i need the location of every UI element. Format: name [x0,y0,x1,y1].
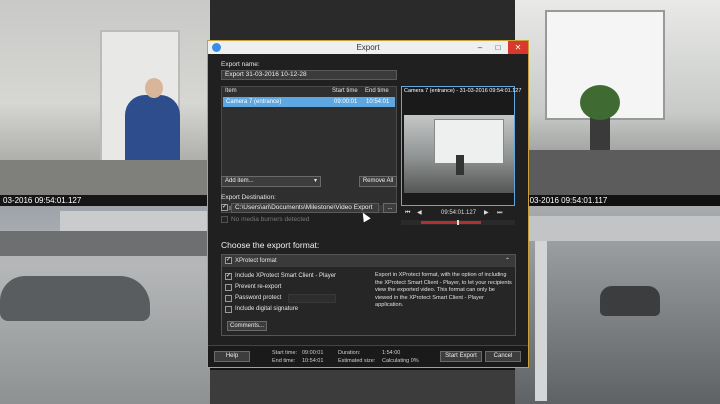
start-export-button[interactable]: Start Export [440,351,482,362]
parked-cars [0,231,210,256]
playback-controls: ⏮ ◀ 09:54:01.127 ▶ ⏭ [401,207,515,219]
media-burner-label: No media burners detected [231,216,310,223]
camera-feed-top-center[interactable] [210,0,515,40]
parking-ceiling [515,216,720,241]
format-checkbox[interactable]: ✓ [225,257,232,264]
car [0,276,150,321]
format-header[interactable]: ✓ XProtect format ⌃ [222,255,515,267]
chevron-down-icon: ▾ [313,178,317,184]
format-description: Export in XProtect format, with the opti… [375,272,512,308]
preview-time: 09:54:01.127 [441,210,477,216]
row-start-time: 09:00:01 [334,99,358,105]
chevron-up-icon[interactable]: ⌃ [505,257,510,264]
password-settings-field [288,294,336,303]
step-back-icon[interactable]: ◀ [417,207,422,219]
estimated-size-label: Estimated size: [338,358,376,364]
destination-path-input[interactable]: C:\Users\ari\Documents\Milestone\Video E… [231,203,379,213]
timeline-bar[interactable] [401,220,515,225]
table-header: Item Start time End time [222,87,396,96]
start-time-value: 09:00:01 [302,350,324,356]
pillar [535,241,547,401]
browse-button[interactable]: ... [383,203,397,213]
timestamp-overlay: 03-2016 09:54:01.127 [0,195,210,206]
choose-format-label: Choose the export format: [221,240,320,250]
destination-checkbox[interactable]: ✓ [221,204,228,211]
remove-all-button[interactable]: Remove All [359,176,397,187]
option-label-password: Password protect [235,295,282,301]
camera-feed-top-left[interactable]: 03-2016 09:54:01.127 [0,0,210,206]
destination-label: Export Destination: [221,194,276,201]
format-name: XProtect format [235,258,277,264]
preview-title: Camera 7 (entrance) - 31-03-2016 09:54:0… [404,88,522,94]
planter [456,155,464,175]
maximize-icon[interactable]: □ [490,41,506,54]
app-icon [212,43,221,52]
end-time-label: End time: [272,358,296,364]
floor [515,150,720,195]
media-burner-checkbox [221,216,228,223]
export-name-input[interactable]: Export 31-03-2016 10-12-28 [221,70,397,80]
video-preview[interactable]: Camera 7 (entrance) - 31-03-2016 09:54:0… [401,86,521,206]
camera-feed-bottom-right[interactable] [515,206,720,404]
option-checkbox-player[interactable]: ✓ [225,273,232,280]
plant [580,85,620,120]
export-range [421,221,481,224]
dialog-titlebar[interactable]: Export – □ ✕ [208,41,528,54]
column-header-start[interactable]: Start time [332,87,358,96]
column-header-item[interactable]: Item [225,87,237,96]
skip-end-icon[interactable]: ⏭ [497,207,502,219]
skip-start-icon[interactable]: ⏮ [405,207,410,219]
duration-label: Duration: [338,350,361,356]
table-row[interactable]: Camera 7 (entrance) 09:00:01 10:54:01 [223,97,395,107]
play-icon[interactable]: ▶ [484,207,489,219]
car [600,286,660,316]
row-item: Camera 7 (entrance) [226,99,282,105]
cancel-button[interactable]: Cancel [485,351,521,362]
window-wall [434,119,504,164]
add-item-dropdown[interactable]: Add item... ▾ [221,176,321,187]
help-button[interactable]: Help [214,351,250,362]
preview-image [404,115,514,193]
camera-feed-bottom-center[interactable] [210,370,515,404]
camera-feed-top-right[interactable]: 31-03-2016 09:54:01.117 [515,0,720,206]
playhead[interactable] [457,220,459,225]
minimize-icon[interactable]: – [472,41,488,54]
option-label-player: Include XProtect Smart Client - Player [235,273,337,279]
xprotect-format-panel: ✓ XProtect format ⌃ ✓ Include XProtect S… [221,254,516,336]
timestamp-overlay: 31-03-2016 09:54:01.117 [515,195,720,206]
person-head [145,78,163,98]
floor [0,160,210,195]
option-checkbox-prevent-reexport[interactable] [225,284,232,291]
start-time-label: Start time: [272,350,298,356]
duration-value: 1:54:00 [382,350,401,356]
comments-button[interactable]: Comments... [227,321,267,331]
end-time-value: 10:54:01 [302,358,324,364]
option-checkbox-signature[interactable] [225,306,232,313]
estimated-size-value: Calculating 0% [382,358,419,364]
export-name-label: Export name: [221,61,260,68]
add-item-label: Add item... [225,178,254,184]
dialog-footer: Help Start time: 09:00:01 End time: 10:5… [208,345,528,367]
row-end-time: 10:54:01 [366,99,390,105]
option-checkbox-password[interactable] [225,295,232,302]
dialog-title: Export [356,43,380,52]
camera-feed-bottom-left[interactable] [0,206,210,404]
export-dialog: Export – □ ✕ Export name: Export 31-03-2… [207,40,529,368]
option-label-prevent-reexport: Prevent re-export [235,284,282,290]
option-label-signature: Include digital signature [235,306,299,312]
column-header-end[interactable]: End time [365,87,389,96]
close-icon[interactable]: ✕ [508,41,528,54]
